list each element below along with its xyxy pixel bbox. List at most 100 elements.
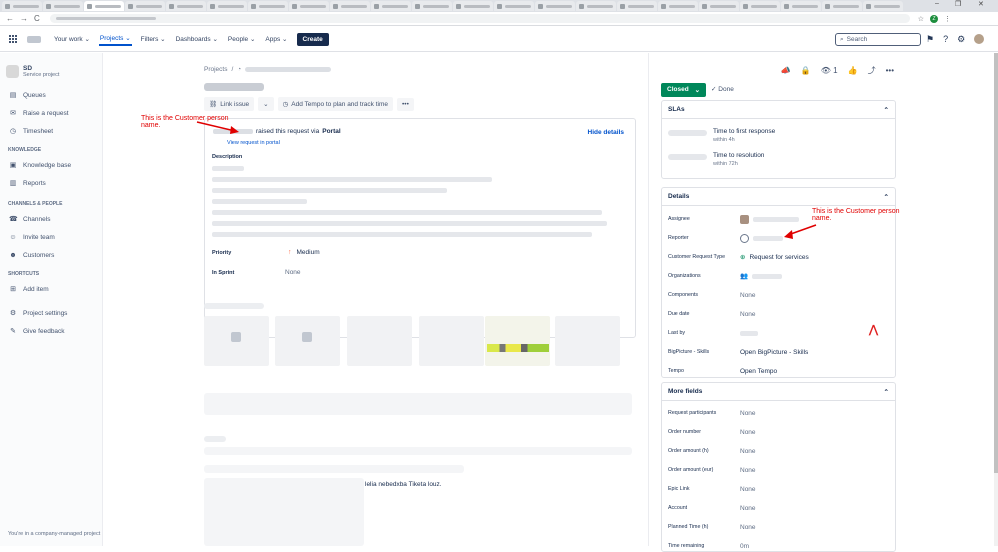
browser-tab[interactable] xyxy=(863,1,903,11)
sidebar-item-knowledge-base[interactable]: ▣ Knowledge base xyxy=(0,156,102,174)
browser-tab[interactable] xyxy=(248,1,288,11)
maximize-icon[interactable]: ❐ xyxy=(955,0,961,8)
sidebar-item-give-feedback[interactable]: ✎ Give feedback xyxy=(0,322,102,340)
back-icon[interactable]: ← xyxy=(6,14,14,23)
nav-apps[interactable]: Apps ⌄ xyxy=(264,33,288,45)
field-value[interactable]: None xyxy=(740,505,756,512)
share-icon[interactable]: ⤴ xyxy=(868,65,876,76)
field-value[interactable]: None xyxy=(740,410,756,417)
app-switcher-icon[interactable] xyxy=(9,35,17,43)
detail-value[interactable]: None xyxy=(740,311,756,318)
attachment-thumbnail[interactable] xyxy=(347,316,412,366)
breadcrumb-projects[interactable]: Projects xyxy=(204,66,227,73)
browser-tab[interactable] xyxy=(371,1,411,11)
field-value[interactable]: 0m xyxy=(740,543,749,550)
sidebar-item-add-item[interactable]: ⊞ Add item xyxy=(0,280,102,298)
browser-tab[interactable] xyxy=(125,1,165,11)
bookmark-star-icon[interactable]: ☆ xyxy=(918,15,924,23)
detail-value[interactable] xyxy=(740,233,783,243)
browser-tab[interactable] xyxy=(494,1,534,11)
link-issue-button[interactable]: ⛓ Link issue xyxy=(204,97,255,111)
sidebar-item-invite-team[interactable]: ☺ Invite team xyxy=(0,228,102,246)
status-button[interactable]: Closed ⌄ xyxy=(661,83,707,97)
lock-icon[interactable]: 🔒 xyxy=(801,66,811,75)
detail-value[interactable]: None xyxy=(740,292,756,299)
nav-people[interactable]: People ⌄ xyxy=(227,33,257,45)
detail-value[interactable]: Open BigPicture - Skills xyxy=(740,349,808,356)
sidebar-item-customers[interactable]: ☻ Customers xyxy=(0,246,102,264)
field-value[interactable]: None xyxy=(740,429,756,436)
browser-tab[interactable] xyxy=(166,1,206,11)
url-field[interactable] xyxy=(49,14,910,23)
browser-tab[interactable] xyxy=(699,1,739,11)
more-actions-button[interactable]: ••• xyxy=(397,97,414,111)
feedback-megaphone-icon[interactable]: 📣 xyxy=(781,66,791,75)
attachment-thumbnail[interactable] xyxy=(485,316,550,366)
browser-menu-icon[interactable]: ⋮ xyxy=(944,15,951,23)
browser-tab[interactable] xyxy=(2,1,42,11)
browser-tab[interactable] xyxy=(84,1,124,11)
watch-eye-icon[interactable]: 👁 1 xyxy=(821,66,838,75)
nav-dashboards[interactable]: Dashboards ⌄ xyxy=(175,33,219,45)
hide-details-button[interactable]: Hide details xyxy=(588,129,624,136)
nav-projects[interactable]: Projects ⌄ xyxy=(98,32,132,46)
view-request-in-portal-link[interactable]: View request in portal xyxy=(227,140,280,146)
sidebar-item-channels[interactable]: ☎ Channels xyxy=(0,210,102,228)
browser-tab[interactable] xyxy=(289,1,329,11)
sidebar-item-raise-a-request[interactable]: ✉ Raise a request xyxy=(0,104,102,122)
browser-tab[interactable] xyxy=(740,1,780,11)
breadcrumb-issue-redacted[interactable] xyxy=(245,67,332,72)
sidebar-item-queues[interactable]: ▤ Queues xyxy=(0,86,102,104)
help-icon[interactable]: ? xyxy=(943,34,948,45)
page-scrollbar[interactable] xyxy=(994,53,998,546)
browser-tab[interactable] xyxy=(617,1,657,11)
more-options-icon[interactable]: ••• xyxy=(886,66,894,75)
search-input[interactable]: ⌕ Search xyxy=(835,33,921,46)
project-header[interactable]: SD Service project xyxy=(0,53,102,78)
browser-tab[interactable] xyxy=(453,1,493,11)
attachment-thumbnail[interactable] xyxy=(555,316,620,366)
create-button[interactable]: Create xyxy=(296,32,329,46)
reload-icon[interactable]: C xyxy=(34,14,40,23)
detail-value[interactable]: Open Tempo xyxy=(740,368,777,375)
minimize-icon[interactable]: – xyxy=(935,0,939,7)
sidebar-item-timesheet[interactable]: ◷ Timesheet xyxy=(0,122,102,140)
user-avatar[interactable] xyxy=(974,34,985,44)
browser-tab[interactable] xyxy=(781,1,821,11)
issue-title-redacted[interactable] xyxy=(204,83,264,91)
more-fields-header[interactable]: More fields ⌃ xyxy=(662,383,895,401)
settings-gear-icon[interactable]: ⚙ xyxy=(957,34,965,45)
attachment-thumbnail[interactable] xyxy=(204,316,269,366)
sprint-value[interactable]: None xyxy=(285,269,301,276)
add-tempo-button[interactable]: ◷ Add Tempo to plan and track time xyxy=(277,97,394,111)
field-value[interactable]: None xyxy=(740,486,756,493)
like-thumb-icon[interactable]: 👍 xyxy=(848,66,858,75)
browser-tab[interactable] xyxy=(658,1,698,11)
browser-tab[interactable] xyxy=(43,1,83,11)
slas-header[interactable]: SLAs ⌃ xyxy=(662,101,895,119)
field-value[interactable]: None xyxy=(740,448,756,455)
priority-field[interactable]: ↑ Medium xyxy=(288,249,320,256)
sidebar-item-project-settings[interactable]: ⚙ Project settings xyxy=(0,304,102,322)
profile-avatar[interactable]: Z xyxy=(930,14,939,23)
attachment-thumbnail[interactable] xyxy=(275,316,340,366)
browser-tab[interactable] xyxy=(207,1,247,11)
detail-value[interactable]: ⊕ Request for services xyxy=(740,253,809,262)
browser-tab[interactable] xyxy=(412,1,452,11)
detail-value[interactable] xyxy=(740,330,758,336)
notifications-icon[interactable]: ⚑ xyxy=(926,34,934,45)
browser-tab[interactable] xyxy=(535,1,575,11)
browser-tab[interactable] xyxy=(576,1,616,11)
browser-tab[interactable] xyxy=(330,1,370,11)
details-header[interactable]: Details ⌃ xyxy=(662,188,895,206)
field-value[interactable]: None xyxy=(740,467,756,474)
nav-filters[interactable]: Filters ⌄ xyxy=(140,33,167,45)
field-value[interactable]: None xyxy=(740,524,756,531)
sidebar-item-reports[interactable]: ▥ Reports xyxy=(0,174,102,192)
attachment-thumbnail[interactable] xyxy=(419,316,484,366)
nav-your-work[interactable]: Your work ⌄ xyxy=(53,33,91,45)
browser-tab[interactable] xyxy=(822,1,862,11)
product-logo[interactable] xyxy=(27,35,41,43)
detail-value[interactable]: 👥 xyxy=(740,272,783,280)
forward-icon[interactable]: → xyxy=(20,14,28,23)
